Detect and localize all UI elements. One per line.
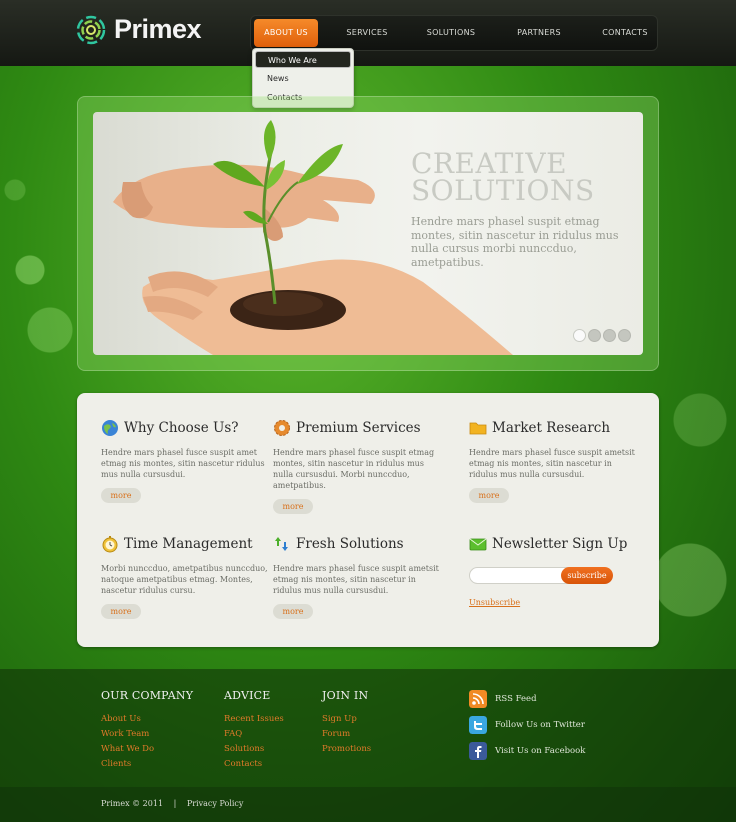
facebook-icon (469, 742, 487, 760)
footer-link-recent-issues[interactable]: Recent Issues (224, 712, 284, 727)
social-twitter[interactable]: Follow Us on Twitter (469, 715, 585, 735)
logo[interactable]: Primex (76, 14, 202, 45)
more-button[interactable]: more (101, 488, 141, 503)
feature-title: Why Choose Us? (124, 420, 239, 436)
nav-partners[interactable]: PARTNERS (509, 19, 569, 47)
feature-premium-services: Premium Services Hendre mars phasel fusc… (273, 417, 443, 514)
footer-link-promotions[interactable]: Promotions (322, 742, 371, 757)
slider-dot-4[interactable] (618, 329, 631, 342)
separator: | (173, 799, 177, 808)
site-header: Primex ABOUT US SERVICES SOLUTIONS PARTN… (0, 0, 736, 66)
feature-why-choose-us: Why Choose Us? Hendre mars phasel fusce … (101, 417, 271, 503)
footer-link-work-team[interactable]: Work Team (101, 727, 193, 742)
social-label: RSS Feed (495, 694, 537, 704)
more-button[interactable]: more (273, 499, 313, 514)
footer-link-faq[interactable]: FAQ (224, 727, 284, 742)
footer-heading: OUR COMPANY (101, 689, 194, 702)
footer-heading: JOIN IN (322, 689, 369, 702)
dropdown-item-who-we-are[interactable]: Who We Are (255, 51, 351, 68)
site-footer: OUR COMPANY About Us Work Team What We D… (0, 669, 736, 787)
logo-swirl-icon (76, 15, 106, 44)
feature-time-management: Time Management Morbi nunccduo, ametpati… (101, 533, 271, 619)
nav-contacts[interactable]: CONTACTS (597, 19, 653, 47)
subscribe-button[interactable]: subscribe (561, 567, 613, 584)
slider-text: Hendre mars phasel suspit etmag montes, … (411, 215, 619, 269)
features-panel: Why Choose Us? Hendre mars phasel fusce … (77, 393, 659, 647)
feature-text: Hendre mars phasel fusce suspit ametsit … (273, 564, 439, 595)
feature-text: Hendre mars phasel fusce suspit amet etm… (101, 448, 265, 479)
stopwatch-icon (102, 536, 118, 553)
headline-line-1: CREATIVE (411, 147, 568, 180)
footer-link-what-we-do[interactable]: What We Do (101, 742, 193, 757)
nav-about-us[interactable]: ABOUT US (254, 19, 318, 47)
nav-services[interactable]: SERVICES (339, 19, 395, 47)
newsletter-email-input[interactable] (469, 567, 569, 584)
slider-dot-3[interactable] (603, 329, 616, 342)
privacy-policy-link[interactable]: Privacy Policy (187, 799, 244, 808)
feature-text: Morbi nunccduo, ametpatibus nunccduo, na… (101, 564, 268, 595)
feature-title: Market Research (492, 420, 611, 436)
footer-link-solutions[interactable]: Solutions (224, 742, 284, 757)
footer-link-contacts[interactable]: Contacts (224, 757, 284, 772)
bottom-bar: Primex © 2011 | Privacy Policy (0, 787, 736, 822)
folder-icon (469, 422, 487, 435)
main-nav: ABOUT US SERVICES SOLUTIONS PARTNERS CON… (250, 15, 658, 51)
feature-title: Time Management (124, 536, 253, 552)
more-button[interactable]: more (101, 604, 141, 619)
social-label: Visit Us on Facebook (495, 746, 586, 756)
newsletter-form: subscribe (469, 567, 639, 584)
footer-col-join: JOIN IN Sign Up Forum Promotions (322, 689, 371, 757)
nav-solutions[interactable]: SOLUTIONS (423, 19, 479, 47)
logo-text: Primex (114, 14, 202, 44)
social-label: Follow Us on Twitter (495, 720, 585, 730)
envelope-icon (469, 538, 487, 551)
rss-icon (469, 690, 487, 708)
footer-link-forum[interactable]: Forum (322, 727, 371, 742)
feature-title: Premium Services (296, 420, 421, 436)
slider-dot-1[interactable] (573, 329, 586, 342)
feature-title: Fresh Solutions (296, 536, 404, 552)
footer-link-sign-up[interactable]: Sign Up (322, 712, 371, 727)
unsubscribe-link[interactable]: Unsubscribe (469, 598, 639, 607)
feature-text: Hendre mars phasel fusce suspit etmag mo… (273, 448, 435, 490)
footer-social-links: RSS Feed Follow Us on Twitter Visit Us o… (469, 689, 585, 767)
more-button[interactable]: more (469, 488, 509, 503)
social-facebook[interactable]: Visit Us on Facebook (469, 741, 585, 761)
slider-headline: CREATIVE SOLUTIONS (411, 147, 636, 207)
newsletter-title: Newsletter Sign Up (492, 536, 628, 552)
more-button[interactable]: more (273, 604, 313, 619)
newsletter-signup: Newsletter Sign Up subscribe Unsubscribe (469, 533, 639, 607)
footer-col-company: OUR COMPANY About Us Work Team What We D… (101, 689, 193, 772)
feature-market-research: Market Research Hendre mars phasel fusce… (469, 417, 639, 503)
copyright-text: Primex © 2011 (101, 799, 164, 808)
headline-line-2: SOLUTIONS (411, 174, 595, 207)
globe-icon (102, 420, 118, 436)
dropdown-item-news[interactable]: News (255, 70, 351, 87)
footer-link-about-us[interactable]: About Us (101, 712, 193, 727)
gear-icon (274, 420, 290, 436)
slider-dot-2[interactable] (588, 329, 601, 342)
slider-pagination (573, 329, 631, 342)
footer-link-clients[interactable]: Clients (101, 757, 193, 772)
arrows-icon (275, 537, 288, 551)
footer-heading: ADVICE (224, 689, 271, 702)
footer-col-advice: ADVICE Recent Issues FAQ Solutions Conta… (224, 689, 284, 772)
feature-fresh-solutions: Fresh Solutions Hendre mars phasel fusce… (273, 533, 443, 619)
twitter-icon (469, 716, 487, 734)
hero-slider: CREATIVE SOLUTIONS Hendre mars phasel su… (93, 112, 643, 355)
social-rss[interactable]: RSS Feed (469, 689, 585, 709)
copyright: Primex © 2011 | Privacy Policy (101, 799, 243, 808)
feature-text: Hendre mars phasel fusce suspit ametsit … (469, 448, 635, 479)
